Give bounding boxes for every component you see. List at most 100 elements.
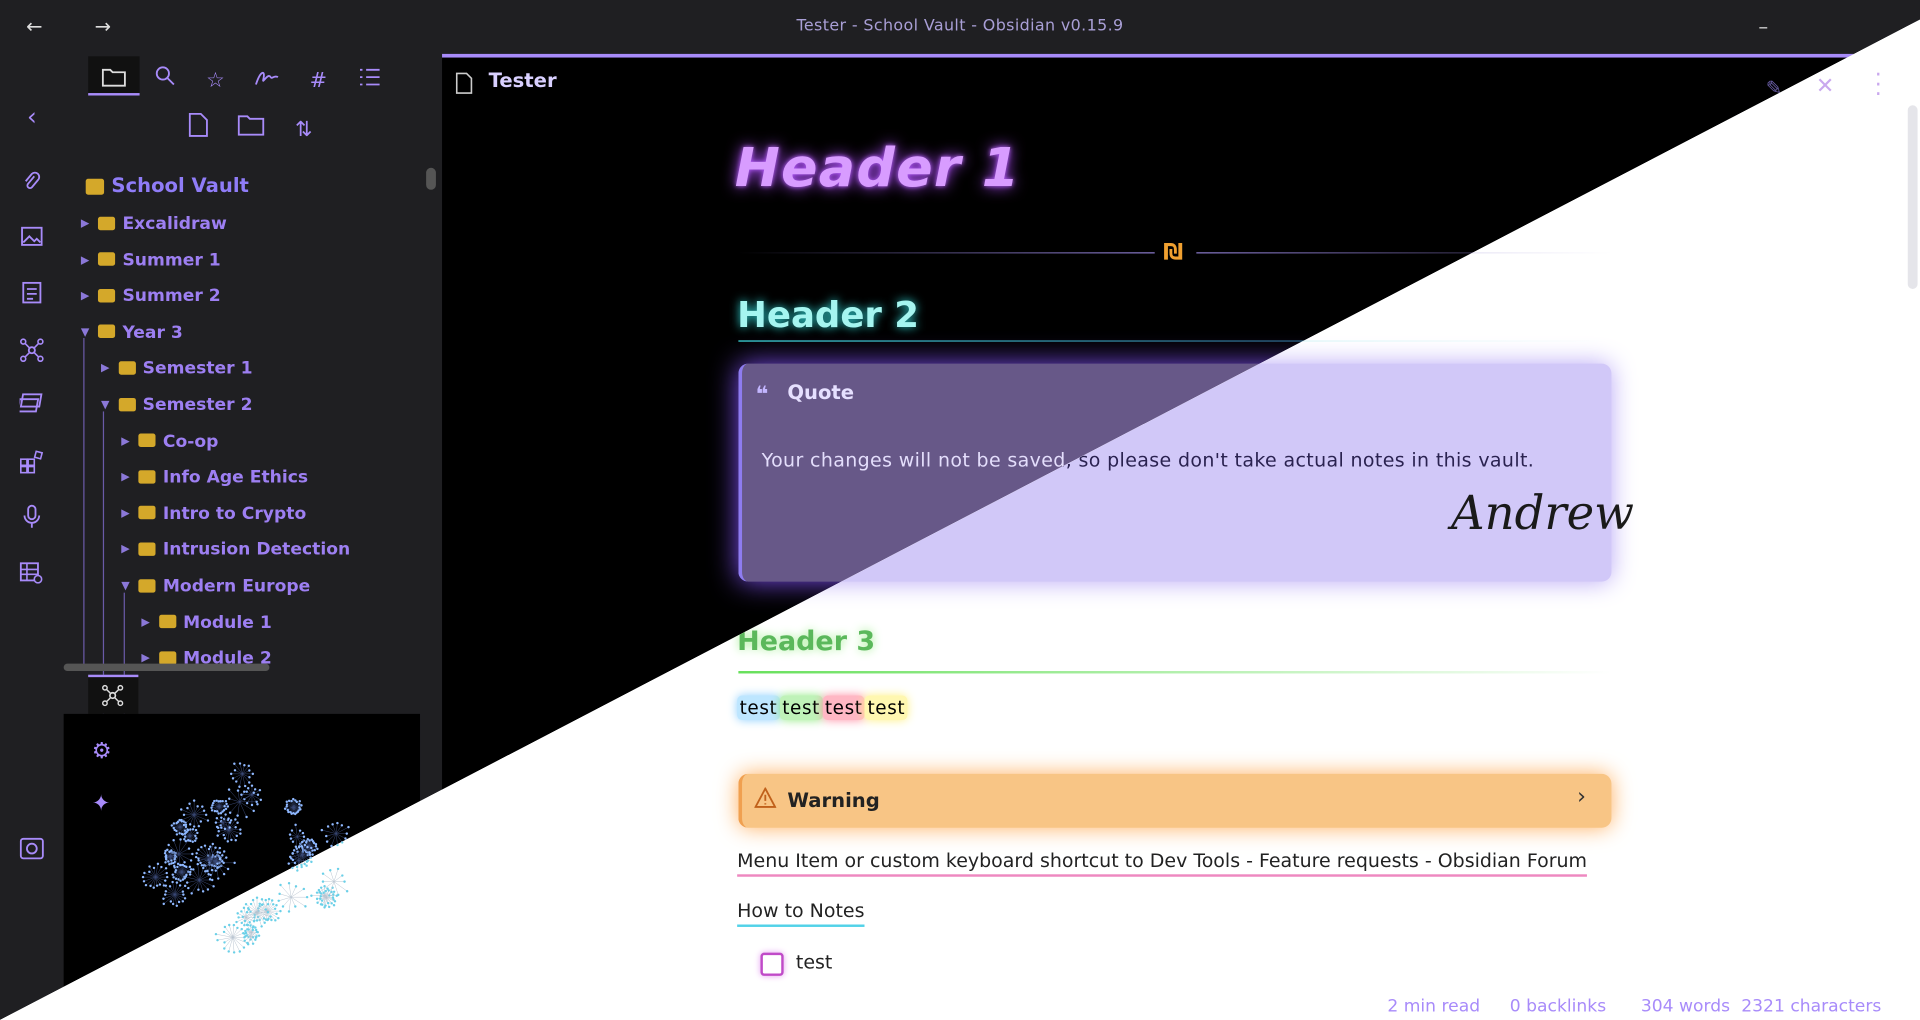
- graph-node[interactable]: [210, 806, 213, 809]
- graph-node[interactable]: [178, 832, 181, 835]
- microphone-icon[interactable]: [20, 504, 44, 528]
- graph-node[interactable]: [196, 805, 199, 808]
- graph-node[interactable]: [332, 890, 336, 894]
- graph-node[interactable]: [279, 909, 282, 913]
- graph-node[interactable]: [287, 910, 291, 913]
- graph-node[interactable]: [305, 841, 308, 844]
- graph-node[interactable]: [274, 919, 277, 922]
- outline-icon[interactable]: [351, 64, 388, 98]
- graph-node[interactable]: [281, 905, 285, 908]
- graph-node[interactable]: [305, 864, 308, 867]
- graph-node[interactable]: [326, 901, 330, 905]
- tree-item[interactable]: ▶ Excalidraw: [81, 208, 227, 240]
- graph-node[interactable]: [218, 846, 222, 850]
- graph-node[interactable]: [336, 867, 340, 871]
- graph-node[interactable]: [263, 921, 266, 925]
- graph-node[interactable]: [192, 868, 195, 871]
- graph-node[interactable]: [305, 860, 309, 864]
- graph-node[interactable]: [232, 923, 236, 927]
- graph-node[interactable]: [229, 772, 233, 776]
- graph-node[interactable]: [244, 903, 248, 906]
- graph-node[interactable]: [321, 872, 325, 875]
- graph-node[interactable]: [254, 926, 257, 929]
- graph-node[interactable]: [293, 861, 297, 865]
- graph-node[interactable]: [217, 812, 220, 815]
- graph-node[interactable]: [261, 903, 264, 906]
- graph-node[interactable]: [300, 863, 303, 867]
- graph-node[interactable]: [272, 903, 275, 906]
- graph-node[interactable]: [314, 843, 318, 846]
- graph-node[interactable]: [255, 896, 259, 899]
- tree-item[interactable]: ▶ Intrusion Detection: [121, 534, 350, 566]
- graph-node[interactable]: [336, 821, 339, 825]
- graph-node[interactable]: [213, 799, 216, 803]
- graph-node[interactable]: [235, 780, 238, 783]
- graph-node[interactable]: [246, 787, 250, 790]
- graph-node[interactable]: [203, 844, 207, 847]
- graph-node[interactable]: [243, 936, 246, 939]
- graph-node[interactable]: [149, 884, 152, 888]
- more-options-icon[interactable]: · · ·: [1875, 64, 1882, 106]
- graph-node[interactable]: [331, 823, 334, 826]
- graph-node[interactable]: [180, 818, 183, 822]
- graph-node[interactable]: [249, 924, 252, 927]
- graph-node[interactable]: [183, 838, 186, 841]
- tree-item[interactable]: ▶ Summer 2: [81, 281, 221, 313]
- graph-node[interactable]: [189, 859, 193, 862]
- graph-node[interactable]: [177, 900, 181, 904]
- graph-node[interactable]: [168, 863, 171, 866]
- graph-node[interactable]: [279, 883, 282, 887]
- graph-node[interactable]: [181, 878, 185, 881]
- external-link[interactable]: Menu Item or custom keyboard shortcut to…: [737, 850, 1588, 877]
- graph-node[interactable]: [166, 848, 169, 852]
- graph-node[interactable]: [181, 900, 185, 903]
- graph-node[interactable]: [191, 828, 195, 831]
- graph-node[interactable]: [310, 894, 313, 897]
- graph-node[interactable]: [222, 850, 226, 853]
- graph-node[interactable]: [202, 809, 206, 812]
- graph-node[interactable]: [330, 844, 333, 848]
- task-checkbox[interactable]: [760, 952, 784, 976]
- minimize-icon[interactable]: –: [1751, 15, 1775, 39]
- graph-node[interactable]: [191, 840, 194, 843]
- graph-node[interactable]: [255, 930, 259, 934]
- new-folder-icon[interactable]: [233, 113, 270, 147]
- graph-node[interactable]: [239, 832, 242, 835]
- graph-node[interactable]: [164, 861, 167, 864]
- graph-node[interactable]: [228, 821, 232, 824]
- graph-node[interactable]: [195, 852, 198, 855]
- graph-node[interactable]: [232, 951, 236, 954]
- graph-node[interactable]: [185, 865, 188, 869]
- graph-node[interactable]: [222, 861, 225, 865]
- graph-node[interactable]: [319, 886, 323, 889]
- graph-node[interactable]: [266, 918, 269, 922]
- graph-node[interactable]: [158, 883, 162, 886]
- graph-node[interactable]: [188, 823, 192, 826]
- graph-node[interactable]: [163, 851, 167, 855]
- graph-node[interactable]: [240, 921, 243, 925]
- graph-node[interactable]: [222, 833, 225, 837]
- template-icon[interactable]: [20, 281, 44, 306]
- graph-node[interactable]: [206, 819, 210, 822]
- graph-node[interactable]: [171, 880, 174, 884]
- graph-node[interactable]: [264, 908, 267, 911]
- graph-node[interactable]: [295, 800, 298, 804]
- graph-node[interactable]: [225, 802, 228, 806]
- graph-node[interactable]: [187, 847, 191, 850]
- graph-view-icon[interactable]: [20, 338, 44, 363]
- graph-node[interactable]: [277, 899, 280, 903]
- graph-node[interactable]: [228, 923, 231, 927]
- graph-node[interactable]: [252, 809, 255, 813]
- graph-node[interactable]: [185, 881, 189, 884]
- graph-node[interactable]: [169, 900, 173, 903]
- graph-node[interactable]: [229, 819, 233, 822]
- graph-node[interactable]: [344, 837, 347, 840]
- graph-node[interactable]: [188, 865, 192, 869]
- graph-node[interactable]: [223, 925, 227, 929]
- graph-node[interactable]: [215, 817, 219, 820]
- graph-node[interactable]: [188, 873, 192, 876]
- chevron-right-icon[interactable]: ▶: [81, 281, 98, 313]
- graph-node[interactable]: [250, 803, 254, 807]
- graph-node[interactable]: [322, 891, 325, 894]
- graph-node[interactable]: [258, 902, 261, 906]
